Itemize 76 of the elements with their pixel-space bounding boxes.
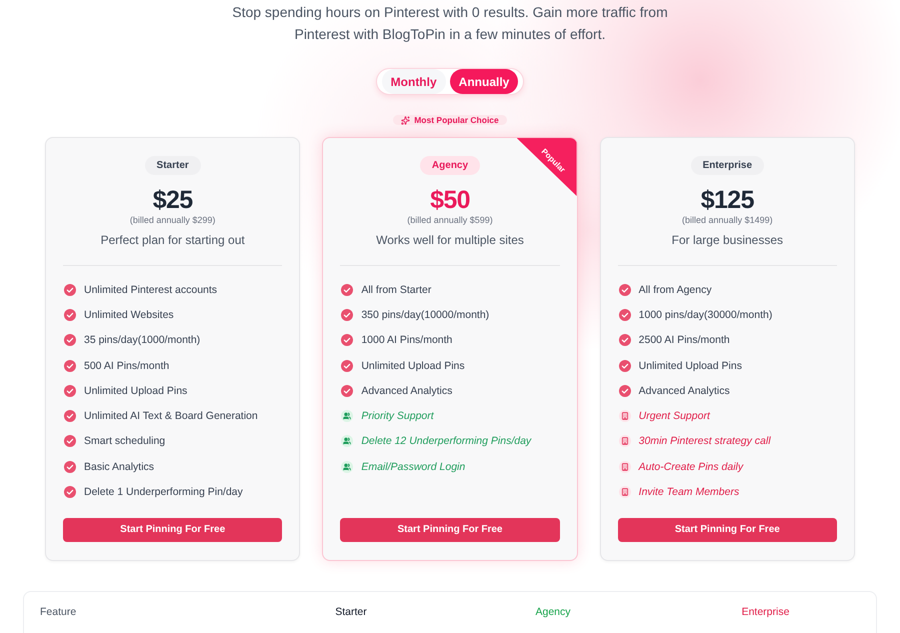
feature-text: Unlimited Upload Pins xyxy=(361,358,465,373)
billed-annually-note: (billed annually $299) xyxy=(130,214,216,226)
billed-annually-note: (billed annually $1499) xyxy=(682,214,773,226)
building-icon xyxy=(618,460,631,473)
feature-text: Advanced Analytics xyxy=(361,384,452,398)
check-circle-icon xyxy=(618,384,631,397)
check-circle-icon xyxy=(618,360,631,372)
table-header-cell: Agency xyxy=(535,604,571,619)
billing-tab[interactable]: Monthly xyxy=(382,69,446,94)
building-icon xyxy=(618,486,631,498)
check-circle-icon xyxy=(618,334,631,346)
feature-text: 2500 AI Pins/month xyxy=(638,333,730,348)
plan-price: $50 xyxy=(430,186,470,214)
popular-choice-label: Most Popular Choice xyxy=(414,115,499,125)
feature-text: 30min Pinterest strategy call xyxy=(638,434,771,448)
feature-text: Unlimited Upload Pins xyxy=(84,384,188,398)
feature-text: Unlimited Pinterest accounts xyxy=(84,282,218,297)
subtitle-text: Stop spending hours on Pinterest with 0 results. Gain more traffic from Pinterest with BlogToPin in a few minutes of effort. xyxy=(231,3,669,44)
feature-text: Auto-Create Pins daily xyxy=(638,460,744,474)
check-circle-icon xyxy=(341,284,354,296)
feature-text: Email/Password Login xyxy=(361,460,466,474)
feature-text: Priority Support xyxy=(361,409,434,424)
feature-text: Invite Team Members xyxy=(638,485,740,500)
plan-name-badge: Enterprise xyxy=(690,156,764,175)
plan-name-badge: Starter xyxy=(144,156,201,175)
billing-tab[interactable]: Annually xyxy=(450,69,518,94)
feature-text: Urgent Support xyxy=(638,409,710,424)
users-icon xyxy=(341,410,354,422)
feature-text: Advanced Analytics xyxy=(638,384,730,398)
building-icon xyxy=(618,410,631,422)
billed-annually-note: (billed annually $599) xyxy=(407,214,493,226)
feature-text: 500 AI Pins/month xyxy=(84,358,170,373)
check-circle-icon xyxy=(341,360,354,372)
check-circle-icon xyxy=(64,435,76,448)
feature-text: Unlimited Upload Pins xyxy=(638,358,742,373)
check-circle-icon xyxy=(64,360,76,372)
feature-text: 1000 pins/day(30000/month) xyxy=(638,308,772,322)
plan-description: For large businesses xyxy=(672,232,784,248)
table-header-cell: Feature xyxy=(40,604,76,619)
check-circle-icon xyxy=(64,384,76,397)
feature-text: Smart scheduling xyxy=(84,434,166,448)
check-circle-icon xyxy=(341,334,354,346)
check-circle-icon xyxy=(64,460,76,473)
check-circle-icon xyxy=(341,308,354,321)
plan-price: $25 xyxy=(152,186,193,214)
check-circle-icon xyxy=(618,284,631,296)
check-circle-icon xyxy=(64,308,76,321)
plan-name-badge: Agency xyxy=(420,156,480,175)
users-icon xyxy=(341,460,354,473)
feature-text: Delete 12 Underperforming Pins/day xyxy=(361,434,532,448)
start-pinning-button[interactable]: Start Pinning For Free xyxy=(618,518,837,542)
feature-text: Delete 1 Underperforming Pin/day xyxy=(84,485,243,500)
start-pinning-button[interactable]: Start Pinning For Free xyxy=(340,518,560,542)
feature-text: 35 pins/day(1000/month) xyxy=(84,333,200,348)
check-circle-icon xyxy=(64,284,76,296)
table-header-cell: Starter xyxy=(335,604,367,619)
check-circle-icon xyxy=(64,486,76,498)
feature-text: All from Agency xyxy=(638,282,712,297)
sparkles-icon xyxy=(401,116,410,124)
check-circle-icon xyxy=(64,410,76,422)
plan-description: Perfect plan for starting out xyxy=(100,232,245,248)
table-header-cell: Enterprise xyxy=(742,604,790,619)
feature-text: 1000 AI Pins/month xyxy=(361,333,452,348)
feature-text: Basic Analytics xyxy=(84,460,154,474)
start-pinning-button[interactable]: Start Pinning For Free xyxy=(63,518,282,542)
feature-text: Unlimited Websites xyxy=(84,308,174,322)
feature-text: All from Starter xyxy=(361,282,432,297)
plan-description: Works well for multiple sites xyxy=(376,232,524,248)
users-icon xyxy=(341,435,354,448)
check-circle-icon xyxy=(341,384,354,397)
feature-text: Unlimited AI Text & Board Generation xyxy=(84,409,258,424)
check-circle-icon xyxy=(64,334,76,346)
check-circle-icon xyxy=(618,308,631,321)
plan-price: $125 xyxy=(700,186,754,214)
building-icon xyxy=(618,435,631,448)
feature-text: 350 pins/day(10000/month) xyxy=(361,308,490,322)
